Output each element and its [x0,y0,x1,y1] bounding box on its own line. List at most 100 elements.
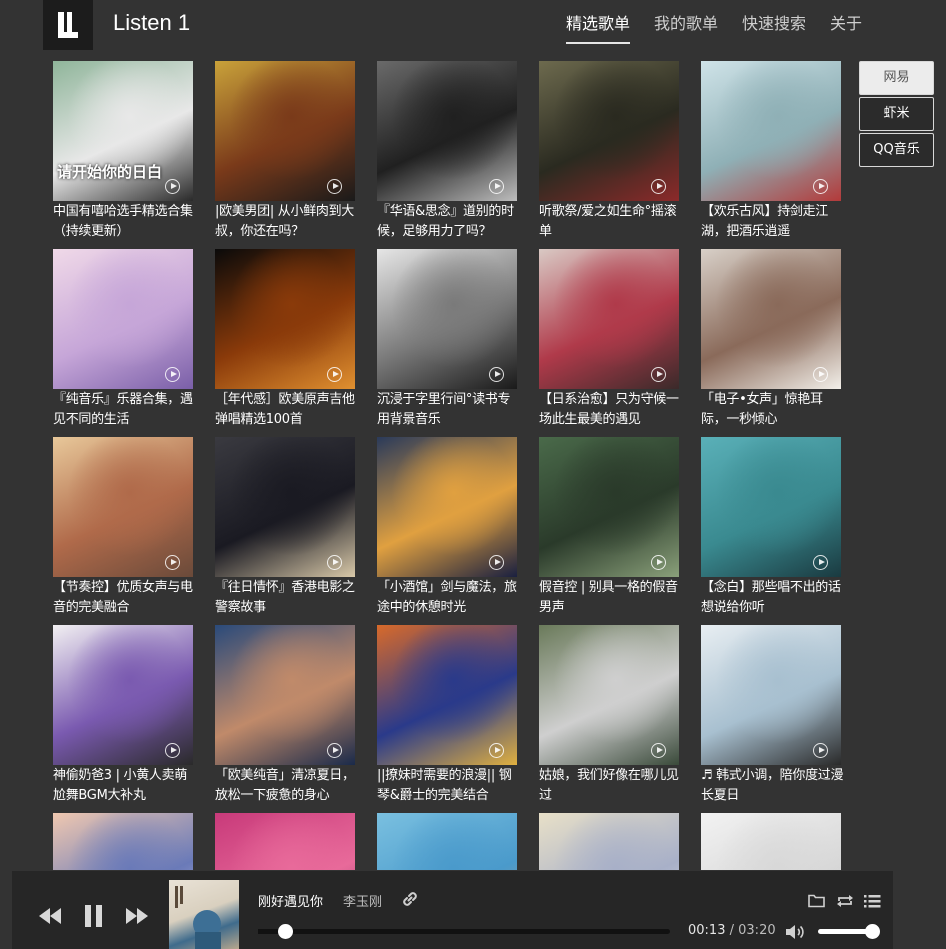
playlist-title[interactable]: 『华语&思念』道别的时候，足够用力了吗？ [377,202,522,242]
playlist-title[interactable]: |欧美男团| 从小鲜肉到大叔，你还在吗？ [215,202,360,242]
playlist-card[interactable]: 「欧美纯音」清凉夏日，放松一下疲惫的身心 [215,625,355,806]
play-icon[interactable] [651,555,666,570]
source-button[interactable]: 网易 [859,61,934,95]
play-icon[interactable] [813,367,828,382]
play-icon[interactable] [651,743,666,758]
playlist-card[interactable]: |欧美男团| 从小鲜肉到大叔，你还在吗？ [215,61,355,242]
link-button[interactable] [401,890,419,912]
play-icon[interactable] [813,743,828,758]
play-icon[interactable] [327,179,342,194]
play-icon[interactable] [651,179,666,194]
playlist-cover[interactable] [539,61,679,201]
playlist-card[interactable] [215,813,355,870]
playlist-title[interactable]: 【欢乐古风】持剑走江湖，把酒乐逍遥 [701,202,846,242]
play-icon[interactable] [489,367,504,382]
playlist-title[interactable]: 『纯音乐』乐器合集，遇见不同的生活 [53,390,198,430]
progress-handle[interactable] [277,924,293,939]
playlist-cover[interactable] [539,249,679,389]
playlist-title[interactable]: 姑娘，我们好像在哪儿见过 [539,766,684,806]
play-icon[interactable] [165,179,180,194]
playlist-card[interactable]: 「小酒馆」剑与魔法，旅途中的休憩时光 [377,437,517,618]
repeat-button[interactable] [836,893,854,912]
playlist-cover[interactable] [701,625,841,765]
play-icon[interactable] [327,743,342,758]
playlist-cover[interactable] [701,61,841,201]
play-icon[interactable] [165,367,180,382]
track-cover[interactable] [169,880,239,949]
playlist-cover[interactable] [215,437,355,577]
playlist-cover[interactable] [53,813,193,870]
volume-handle[interactable] [865,924,880,939]
playlist-cover[interactable] [53,437,193,577]
playlist-title[interactable]: 「欧美纯音」清凉夏日，放松一下疲惫的身心 [215,766,360,806]
nav-tab[interactable]: 快速搜索 [742,10,806,44]
playlist-cover[interactable]: 请开始你的日白 [53,61,193,201]
playlist-cover[interactable] [539,437,679,577]
playlist-card[interactable]: 『华语&思念』道别的时候，足够用力了吗？ [377,61,517,242]
play-icon[interactable] [489,743,504,758]
play-icon[interactable] [813,555,828,570]
play-icon[interactable] [165,743,180,758]
playlist-title[interactable]: 中国有嘻哈选手精选合集（持续更新） [53,202,198,242]
playlist-cover[interactable] [215,813,355,870]
playlist-cover[interactable] [377,249,517,389]
previous-button[interactable] [38,908,62,928]
playlist-title[interactable]: ［年代感］欧美原声吉他弹唱精选100首 [215,390,360,430]
playlist-card[interactable]: 「电子•女声」惊艳耳际，一秒倾心 [701,249,841,430]
playlist-card[interactable]: 『往日情怀』香港电影之警察故事 [215,437,355,618]
source-button[interactable]: 虾米 [859,97,934,131]
playlist-title[interactable]: 『往日情怀』香港电影之警察故事 [215,578,360,618]
playlist-title[interactable]: 「小酒馆」剑与魔法，旅途中的休憩时光 [377,578,522,618]
playlist-title[interactable]: ♬ 韩式小调，陪你度过漫长夏日 [701,766,846,806]
playlist-cover[interactable] [377,813,517,870]
playlist-title[interactable]: 「电子•女声」惊艳耳际，一秒倾心 [701,390,846,430]
track-artist[interactable]: 李玉刚 [343,891,382,910]
playlist-card[interactable]: 【日系治愈】只为守候一场此生最美的遇见 [539,249,679,430]
play-icon[interactable] [327,367,342,382]
playlist-cover[interactable] [539,625,679,765]
playlist-card[interactable] [53,813,193,870]
playlist-card[interactable]: 『纯音乐』乐器合集，遇见不同的生活 [53,249,193,430]
playlist-card[interactable]: 听歌祭/爱之如生命°摇滚单 [539,61,679,242]
playlist-card[interactable]: 假音控 | 别具一格的假音男声 [539,437,679,618]
play-icon[interactable] [651,367,666,382]
playlist-card[interactable]: ♬ 韩式小调，陪你度过漫长夏日 [701,625,843,806]
play-icon[interactable] [489,179,504,194]
playlist-title[interactable]: 听歌祭/爱之如生命°摇滚单 [539,202,684,242]
nav-tab[interactable]: 我的歌单 [654,10,718,44]
playlist-cover[interactable] [215,61,355,201]
next-button[interactable] [125,908,149,928]
volume-slider[interactable] [818,924,880,939]
playlist-card[interactable]: ||撩妹时需要的浪漫|| 钢琴&爵士的完美结合 [377,625,517,806]
playlist-cover[interactable] [377,61,517,201]
nav-tab[interactable]: 关于 [830,10,862,44]
playlist-title[interactable]: 假音控 | 别具一格的假音男声 [539,578,684,618]
playlist-card[interactable] [701,813,841,870]
playlist-card[interactable]: 请开始你的日白 中国有嘻哈选手精选合集（持续更新） [53,61,193,242]
playlist-cover[interactable] [539,813,679,870]
app-logo[interactable] [43,0,93,50]
playlist-cover[interactable] [701,813,841,870]
playlist-cover[interactable] [377,437,517,577]
pause-button[interactable] [84,905,104,931]
playlist-title[interactable]: 沉浸于字里行间°读书专用背景音乐 [377,390,522,430]
playlist-card[interactable]: 【念白】那些唱不出的话想说给你听 [701,437,841,618]
playlist-button[interactable] [864,893,881,912]
playlist-cover[interactable] [215,625,355,765]
playlist-title[interactable]: 【节奏控】优质女声与电音的完美融合 [53,578,198,618]
playlist-title[interactable]: 【日系治愈】只为守候一场此生最美的遇见 [539,390,684,430]
volume-button[interactable] [785,924,807,944]
play-icon[interactable] [813,179,828,194]
playlist-card[interactable]: 【欢乐古风】持剑走江湖，把酒乐逍遥 [701,61,841,242]
playlist-cover[interactable] [53,249,193,389]
play-icon[interactable] [165,555,180,570]
playlist-card[interactable] [539,813,679,870]
playlist-title[interactable]: 神偷奶爸3 | 小黄人卖萌尬舞BGM大补丸 [53,766,198,806]
nav-tab[interactable]: 精选歌单 [566,10,631,44]
playlist-cover[interactable] [377,625,517,765]
progress-bar[interactable] [258,924,670,939]
playlist-card[interactable]: 神偷奶爸3 | 小黄人卖萌尬舞BGM大补丸 [53,625,193,806]
playlist-card[interactable]: 沉浸于字里行间°读书专用背景音乐 [377,249,517,430]
playlist-cover[interactable] [701,249,841,389]
playlist-cover[interactable] [53,625,193,765]
